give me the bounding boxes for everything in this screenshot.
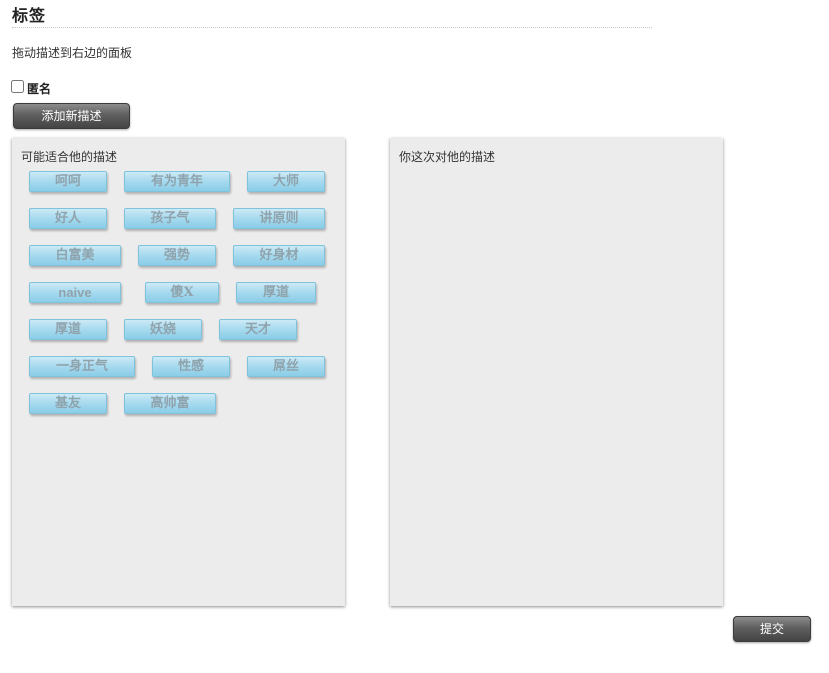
tag-chip[interactable]: 讲原则 <box>233 208 325 229</box>
tag-chip[interactable]: 厚道 <box>29 319 107 340</box>
tag-chip[interactable]: 天才 <box>219 319 297 340</box>
tag-row: naive 傻X 厚道 <box>29 282 339 319</box>
tag-chip[interactable]: 孩子气 <box>124 208 216 229</box>
selected-tags-title: 你这次对他的描述 <box>399 150 496 164</box>
submit-button[interactable]: 提交 <box>733 616 811 642</box>
add-description-button[interactable]: 添加新描述 <box>13 103 130 129</box>
tag-chip[interactable]: 强势 <box>138 245 216 266</box>
tag-chip[interactable]: 性感 <box>152 356 230 377</box>
suggested-tags-title: 可能适合他的描述 <box>21 150 118 164</box>
anonymous-option: 匿名 <box>11 78 51 97</box>
selected-tags-panel[interactable]: 你这次对他的描述 <box>390 138 723 606</box>
tag-chip[interactable]: 好身材 <box>233 245 325 266</box>
tag-chip[interactable]: 好人 <box>29 208 107 229</box>
tag-row: 好人 孩子气 讲原则 <box>29 208 339 245</box>
tag-chip[interactable]: 基友 <box>29 393 107 414</box>
tag-chip[interactable]: naive <box>29 282 121 303</box>
tag-chip[interactable]: 白富美 <box>29 245 121 266</box>
tag-chip[interactable]: 妖娆 <box>124 319 202 340</box>
tag-row: 一身正气 性感 屌丝 <box>29 356 339 393</box>
tag-chip[interactable]: 呵呵 <box>29 171 107 192</box>
tag-row: 白富美 强势 好身材 <box>29 245 339 282</box>
tag-chip[interactable]: 高帅富 <box>124 393 216 414</box>
tag-chip[interactable]: 大师 <box>247 171 325 192</box>
anonymous-checkbox[interactable] <box>11 79 24 93</box>
suggested-tags-panel: 可能适合他的描述 呵呵 有为青年 大师 好人 孩子气 讲原则 白富美 强势 好身材 naive 傻X… <box>12 138 345 606</box>
tag-chip[interactable]: 屌丝 <box>247 356 325 377</box>
page-title: 标签 <box>12 6 47 25</box>
tag-chip[interactable]: 傻X <box>145 282 219 303</box>
tag-list: 呵呵 有为青年 大师 好人 孩子气 讲原则 白富美 强势 好身材 naive 傻X 厚道 厚道 妖娆 天才一… <box>29 171 339 430</box>
tag-chip[interactable]: 一身正气 <box>29 356 135 377</box>
tag-chip[interactable]: 厚道 <box>236 282 316 303</box>
title-divider <box>12 27 652 28</box>
tag-chip[interactable]: 有为青年 <box>124 171 230 192</box>
tag-row: 基友 高帅富 <box>29 393 339 430</box>
instruction-text: 拖动描述到右边的面板 <box>12 46 133 60</box>
tag-row: 厚道 妖娆 天才 <box>29 319 339 356</box>
tag-row: 呵呵 有为青年 大师 <box>29 171 339 208</box>
anonymous-label[interactable]: 匿名 <box>27 80 51 97</box>
